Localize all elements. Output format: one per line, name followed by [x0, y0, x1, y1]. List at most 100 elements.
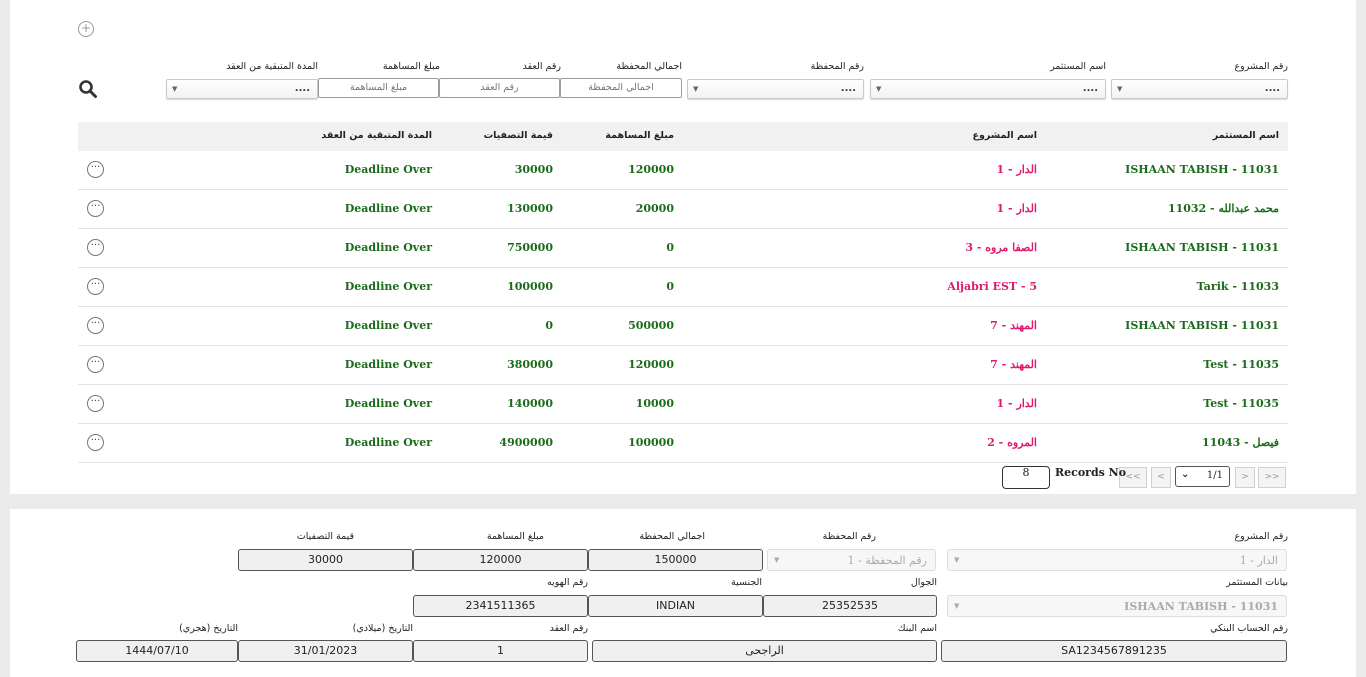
more-options-icon[interactable]: ···: [87, 161, 104, 178]
table-row[interactable]: ISHAAN TABISH - 11031 7 - المهند 500000 …: [78, 307, 1288, 346]
contribution-amount-input[interactable]: مبلغ المساهمة: [318, 78, 439, 98]
portfolio-number-select[interactable]: ▼ ....: [687, 79, 864, 99]
detail-id-number: 2341511365: [413, 595, 588, 617]
portfolio-total-input[interactable]: اجمالي المحفظة: [560, 78, 682, 98]
header-remaining: المدة المتبقية من العقد: [321, 130, 432, 141]
filter-label-investor-name: اسم المستثمر: [1050, 61, 1106, 72]
prev-page-button[interactable]: <: [1151, 467, 1171, 488]
detail-contract-number: 1: [413, 640, 588, 662]
cell-project[interactable]: 3 - الصفا مروه: [965, 241, 1037, 254]
chevron-down-icon: ⌄: [1181, 469, 1190, 480]
detail-label-date-hijri: التاريخ (هجري): [179, 623, 238, 634]
contract-number-input[interactable]: رقم العقد: [439, 78, 560, 98]
detail-date-gregorian[interactable]: 31/01/2023: [238, 640, 413, 662]
cell-investor: ISHAAN TABISH - 11031: [1125, 319, 1279, 332]
investor-name-select[interactable]: ▼ ....: [870, 79, 1106, 99]
detail-investor-select[interactable]: ▼ ISHAAN TABISH - 11031: [947, 595, 1287, 617]
table-row[interactable]: ISHAAN TABISH - 11031 1 - الدار 120000 3…: [78, 151, 1288, 190]
cell-project[interactable]: 7 - المهند: [990, 358, 1037, 371]
cell-investor: ISHAAN TABISH - 11031: [1125, 241, 1279, 254]
detail-portfolio-select[interactable]: ▼ رقم المحفظة - 1: [767, 549, 936, 571]
more-options-icon[interactable]: ···: [87, 434, 104, 451]
cell-contribution: 500000: [628, 319, 674, 332]
cell-remaining: Deadline Over: [344, 280, 432, 293]
page-select[interactable]: 1/1 ⌄: [1175, 466, 1230, 487]
cell-contribution: 120000: [628, 358, 674, 371]
more-options-icon[interactable]: ···: [87, 395, 104, 412]
cell-liquidation: 4900000: [499, 436, 553, 449]
cell-investor: Test - 11035: [1203, 358, 1279, 371]
table-row[interactable]: Tarik - 11033 Aljabri EST - 5 0 100000 D…: [78, 268, 1288, 307]
next-page-button[interactable]: >: [1235, 467, 1255, 488]
table-row[interactable]: 11043 - فيصل 2 - المروه 100000 4900000 D…: [78, 424, 1288, 463]
cell-project[interactable]: 7 - المهند: [990, 319, 1037, 332]
cell-project[interactable]: 2 - المروه: [987, 436, 1037, 449]
more-options-icon[interactable]: ···: [87, 356, 104, 373]
header-liquidation: قيمة التصفيات: [483, 130, 553, 141]
cell-investor: 11043 - فيصل: [1202, 436, 1279, 449]
caret-down-icon: ▼: [876, 85, 882, 93]
cell-liquidation: 30000: [514, 163, 553, 176]
detail-label-liquidation: قيمة التصفيات: [296, 531, 354, 542]
detail-label-nationality: الجنسية: [731, 577, 762, 588]
cell-contribution: 0: [666, 241, 674, 254]
table-row[interactable]: ISHAAN TABISH - 11031 3 - الصفا مروه 0 7…: [78, 229, 1288, 268]
more-options-icon[interactable]: ···: [87, 239, 104, 256]
cell-remaining: Deadline Over: [344, 163, 432, 176]
search-icon[interactable]: [78, 79, 98, 99]
last-page-button[interactable]: >>: [1258, 467, 1286, 488]
cell-project[interactable]: 1 - الدار: [997, 397, 1037, 410]
more-options-icon[interactable]: ···: [87, 278, 104, 295]
table-row[interactable]: Test - 11035 7 - المهند 120000 380000 De…: [78, 346, 1288, 385]
cell-liquidation: 130000: [507, 202, 553, 215]
filter-label-project-number: رقم المشروع: [1234, 61, 1288, 72]
more-options-icon[interactable]: ···: [87, 317, 104, 334]
detail-label-bank-name: اسم البنك: [897, 623, 937, 634]
remaining-period-select[interactable]: ▼ ....: [166, 79, 318, 99]
table-row[interactable]: Test - 11035 1 - الدار 10000 140000 Dead…: [78, 385, 1288, 424]
cell-investor: 11032 - محمد عبدالله: [1167, 202, 1279, 215]
cell-project[interactable]: 1 - الدار: [997, 202, 1037, 215]
project-number-select[interactable]: ▼ ....: [1111, 79, 1288, 99]
cell-liquidation: 0: [545, 319, 553, 332]
cell-liquidation: 140000: [507, 397, 553, 410]
cell-project[interactable]: 1 - الدار: [997, 163, 1037, 176]
cell-investor: Tarik - 11033: [1196, 280, 1279, 293]
detail-label-project-number: رقم المشروع: [1234, 531, 1288, 542]
filter-label-portfolio-total: اجمالي المحفظة: [616, 61, 682, 72]
cell-liquidation: 380000: [507, 358, 553, 371]
add-icon[interactable]: +: [78, 21, 94, 37]
cell-remaining: Deadline Over: [344, 436, 432, 449]
table-row[interactable]: 11032 - محمد عبدالله 1 - الدار 20000 130…: [78, 190, 1288, 229]
header-project: اسم المشروع: [972, 130, 1037, 141]
caret-down-icon: ▼: [954, 556, 960, 564]
header-contribution: مبلغ المساهمة: [605, 130, 674, 141]
cell-contribution: 120000: [628, 163, 674, 176]
cell-project[interactable]: Aljabri EST - 5: [947, 280, 1037, 293]
detail-project-select[interactable]: ▼ 1 - الدار: [947, 549, 1287, 571]
table-header: اسم المستثمر اسم المشروع مبلغ المساهمة ق…: [78, 122, 1288, 151]
detail-label-investor-data: بيانات المستثمر: [1226, 577, 1288, 588]
caret-down-icon: ▼: [774, 556, 780, 564]
cell-contribution: 10000: [635, 397, 674, 410]
header-investor: اسم المستثمر: [1212, 130, 1279, 141]
cell-contribution: 20000: [635, 202, 674, 215]
cell-contribution: 100000: [628, 436, 674, 449]
records-count: 8: [1002, 466, 1050, 489]
detail-contribution-amount: 120000: [413, 549, 588, 571]
detail-portfolio-total: 150000: [588, 549, 763, 571]
cell-liquidation: 100000: [507, 280, 553, 293]
detail-date-hijri[interactable]: 1444/07/10: [76, 640, 238, 662]
caret-down-icon: ▼: [1117, 85, 1123, 93]
caret-down-icon: ▼: [954, 602, 960, 610]
detail-label-portfolio-total: اجمالي المحفظة: [639, 531, 705, 542]
detail-label-id-number: رقم الهويه: [546, 577, 588, 588]
filter-label-contribution-amount: مبلغ المساهمة: [382, 61, 440, 72]
more-options-icon[interactable]: ···: [87, 200, 104, 217]
filter-label-portfolio-number: رقم المحفظة: [810, 61, 864, 72]
detail-label-contribution-amount: مبلغ المساهمة: [486, 531, 544, 542]
filter-label-contract-number: رقم العقد: [522, 61, 561, 72]
filter-label-remaining-period: المدة المتبقية من العقد: [226, 61, 318, 72]
cell-remaining: Deadline Over: [344, 358, 432, 371]
detail-label-mobile: الجوال: [910, 577, 937, 588]
